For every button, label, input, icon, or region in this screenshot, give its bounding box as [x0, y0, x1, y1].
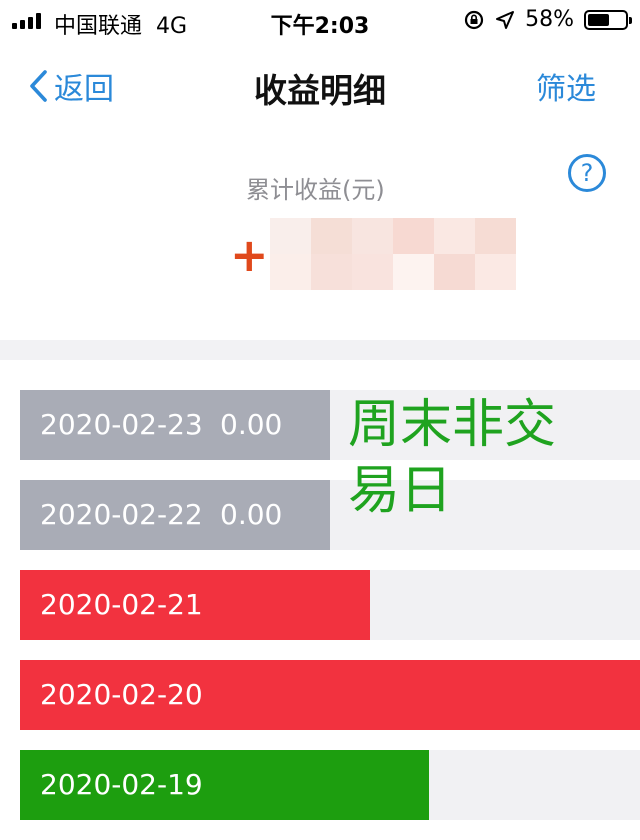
battery-icon — [584, 9, 632, 30]
blurred-amount — [270, 218, 516, 290]
earnings-summary: ? 累计收益(元) + — [0, 128, 640, 340]
navigation-bar: 返回 收益明细 筛选 — [0, 44, 640, 128]
status-bar: 中国联通 4G 下午2:03 58% — [0, 0, 640, 44]
row-date: 2020-02-19 — [40, 768, 203, 801]
row-date: 2020-02-21 — [40, 588, 203, 621]
total-earnings-label: 累计收益(元) — [246, 176, 385, 204]
plus-sign: + — [230, 228, 269, 282]
annotation-text: 周末非交易日 — [348, 395, 557, 521]
row-date: 2020-02-22 — [40, 498, 203, 531]
battery-percent: 58% — [525, 7, 574, 32]
filter-button[interactable]: 筛选 — [536, 64, 596, 108]
row-date: 2020-02-23 — [40, 408, 203, 441]
section-divider — [0, 340, 640, 360]
row-value: 0.00 — [220, 408, 283, 441]
row-date: 2020-02-20 — [40, 678, 203, 711]
earnings-row[interactable]: 2020-02-20 — [0, 660, 640, 730]
earnings-row[interactable]: 2020-02-19 — [0, 750, 640, 820]
location-icon — [496, 10, 515, 29]
row-value: 0.00 — [220, 498, 283, 531]
rotation-lock-icon — [464, 10, 484, 29]
earnings-row[interactable]: 2020-02-21 — [0, 570, 640, 640]
help-icon[interactable]: ? — [568, 154, 606, 192]
